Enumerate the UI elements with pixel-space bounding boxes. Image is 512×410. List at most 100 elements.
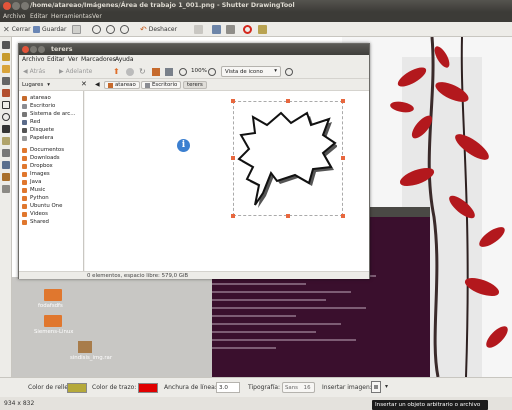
zoom-out-icon[interactable] <box>179 68 187 76</box>
resize-handle[interactable] <box>231 156 235 160</box>
redo-icon[interactable] <box>194 25 203 34</box>
menu-ver[interactable]: Ver <box>68 56 78 63</box>
menu-ver[interactable]: Ver <box>92 13 102 20</box>
places-select[interactable]: Lugares ▾ <box>22 81 77 89</box>
forward-button[interactable]: ▶ Adelante <box>59 67 92 76</box>
close-button[interactable]: ✕ Cerrar <box>3 25 31 34</box>
menu-herramientas[interactable]: Herramientas <box>51 13 92 20</box>
fill-color-button[interactable] <box>67 383 87 393</box>
menu-editar[interactable]: Editar <box>47 56 65 63</box>
insert-tool-icon[interactable] <box>2 185 10 193</box>
sidebar-item-dropbox[interactable]: Dropbox <box>22 162 82 170</box>
line-width-input[interactable]: 3.0 <box>216 382 240 393</box>
delete-icon[interactable] <box>243 25 252 34</box>
resize-handle[interactable] <box>341 214 345 218</box>
undo-button[interactable]: ↶ Deshacer <box>140 25 177 34</box>
font-button[interactable]: Sans 16 <box>282 382 315 393</box>
sidebar-item-downloads[interactable]: Downloads <box>22 154 82 162</box>
drawing-canvas[interactable]: fodafsdfs Siemens-Linux sindisis_img.rar… <box>12 37 512 377</box>
folder-icon <box>22 163 27 169</box>
insert-image-label: Insertar imagen: <box>322 384 372 391</box>
sidebar-item-escritorio[interactable]: Escritorio <box>22 102 82 110</box>
desktop-icon <box>145 82 150 88</box>
sidebar-item-filesystem[interactable]: Sistema de arc... <box>22 110 82 118</box>
sidebar-item-videos[interactable]: Videos <box>22 210 82 218</box>
copy-icon[interactable] <box>72 25 81 34</box>
close-window-icon[interactable] <box>3 2 11 10</box>
chevron-down-icon[interactable]: ▾ <box>385 383 388 390</box>
view-mode-select[interactable]: Vista de icono ▾ <box>221 66 281 77</box>
menu-archivo[interactable]: Archivo <box>22 56 44 63</box>
paste-icon[interactable] <box>226 25 235 34</box>
desktop-icon-label: Siemens-Linux <box>34 329 74 335</box>
sidebar-item-disquete[interactable]: Disquete <box>22 126 82 134</box>
zoom-in-icon[interactable] <box>92 25 101 34</box>
sidebar-item-shared[interactable]: Shared <box>22 218 82 226</box>
location-left-icon[interactable]: ◀ <box>95 81 100 88</box>
close-sidebar-icon[interactable]: ✕ <box>81 80 87 88</box>
clear-icon[interactable] <box>258 25 267 34</box>
forward-arrow-icon: ▶ <box>59 68 64 75</box>
back-button[interactable]: ◀ Atrás <box>23 67 45 76</box>
number-tool-icon[interactable] <box>2 173 10 181</box>
stop-icon[interactable] <box>126 68 134 76</box>
sidebar-item-music[interactable]: Music <box>22 186 82 194</box>
breadcrumb-home[interactable]: atareao <box>104 81 140 89</box>
sidebar-item-atareao[interactable]: atareao <box>22 94 82 102</box>
menu-marcadores[interactable]: Marcadores <box>81 56 116 63</box>
save-button[interactable]: Guardar <box>33 25 66 34</box>
search-icon[interactable] <box>285 68 293 76</box>
sidebar-item-python[interactable]: Python <box>22 194 82 202</box>
file-view[interactable]: i <box>85 91 369 271</box>
crop-tool-icon[interactable] <box>2 161 10 169</box>
menu-archivo[interactable]: Archivo <box>3 13 25 20</box>
resize-handle[interactable] <box>231 99 235 103</box>
ellipse-tool-icon[interactable] <box>2 113 10 121</box>
computer-icon[interactable] <box>165 68 173 76</box>
rectangle-tool-icon[interactable] <box>2 101 10 109</box>
reload-icon[interactable]: ↻ <box>139 67 146 76</box>
status-text: 0 elementos, espacio libre: 579,0 GiB <box>87 273 189 279</box>
resize-handle[interactable] <box>341 99 345 103</box>
pixelate-tool-icon[interactable] <box>2 149 10 157</box>
sidebar-item-documentos[interactable]: Documentos <box>22 146 82 154</box>
breadcrumb-current[interactable]: terers <box>183 81 207 89</box>
line-tool-icon[interactable] <box>2 77 10 85</box>
sidebar-item-images[interactable]: Images <box>22 170 82 178</box>
resize-handle[interactable] <box>286 99 290 103</box>
zoom-in-icon[interactable] <box>208 68 216 76</box>
zoom-fit-icon[interactable] <box>120 25 129 34</box>
resize-handle[interactable] <box>341 156 345 160</box>
zoom-level: 100% <box>191 68 207 74</box>
up-arrow-icon[interactable]: ⬆ <box>113 67 120 76</box>
speech-bubble-shape[interactable] <box>231 99 345 218</box>
minimize-window-icon[interactable] <box>12 2 20 10</box>
resize-handle[interactable] <box>231 214 235 218</box>
close-window-icon[interactable] <box>22 46 29 53</box>
freehand-tool-icon[interactable] <box>2 53 10 61</box>
sidebar-item-java[interactable]: Java <box>22 178 82 186</box>
sidebar-item-red[interactable]: Red <box>22 118 82 126</box>
insert-image-button[interactable] <box>371 381 381 393</box>
minimize-window-icon[interactable] <box>30 46 37 53</box>
menu-ayuda[interactable]: Ayuda <box>115 56 134 63</box>
sidebar-item-ubuntu-one[interactable]: Ubuntu One <box>22 202 82 210</box>
maximize-window-icon[interactable] <box>38 46 45 53</box>
select-tool-icon[interactable] <box>2 41 10 49</box>
censor-tool-icon[interactable] <box>2 137 10 145</box>
copy-image-icon[interactable] <box>212 25 221 34</box>
zoom-out-icon[interactable] <box>106 25 115 34</box>
folder-icon <box>22 187 27 193</box>
resize-handle[interactable] <box>286 214 290 218</box>
breadcrumb-escritorio[interactable]: Escritorio <box>141 81 182 89</box>
home-icon[interactable] <box>152 68 160 76</box>
drive-icon <box>22 111 27 117</box>
maximize-window-icon[interactable] <box>21 2 29 10</box>
arrow-tool-icon[interactable] <box>2 89 10 97</box>
places-sidebar: atareao Escritorio Sistema de arc... Red… <box>19 91 84 271</box>
text-tool-icon[interactable] <box>2 125 10 133</box>
menu-editar[interactable]: Editar <box>30 13 48 20</box>
stroke-color-button[interactable] <box>138 383 158 393</box>
sidebar-item-papelera[interactable]: Papelera <box>22 134 82 142</box>
highlighter-tool-icon[interactable] <box>2 65 10 73</box>
